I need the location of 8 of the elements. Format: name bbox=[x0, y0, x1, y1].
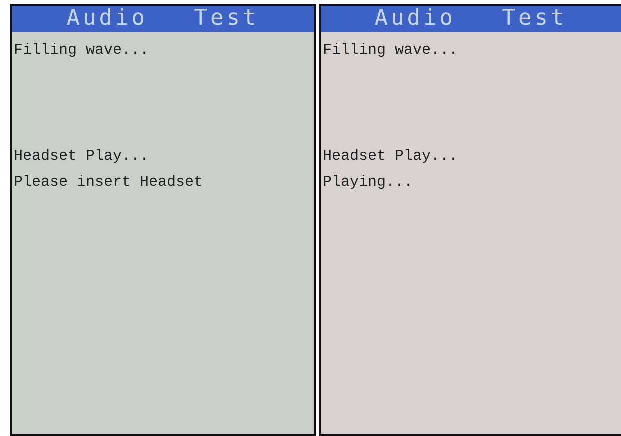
screen-title: Audio Test bbox=[321, 6, 621, 32]
status-text: Playing... bbox=[323, 173, 414, 193]
status-text: Please insert Headset bbox=[14, 173, 204, 193]
screen-title: Audio Test bbox=[12, 6, 314, 32]
status-text: Filling wave... bbox=[14, 41, 150, 61]
status-text: Filling wave... bbox=[323, 41, 460, 61]
status-text: Headset Play... bbox=[323, 147, 460, 167]
status-text: Headset Play... bbox=[14, 147, 150, 167]
